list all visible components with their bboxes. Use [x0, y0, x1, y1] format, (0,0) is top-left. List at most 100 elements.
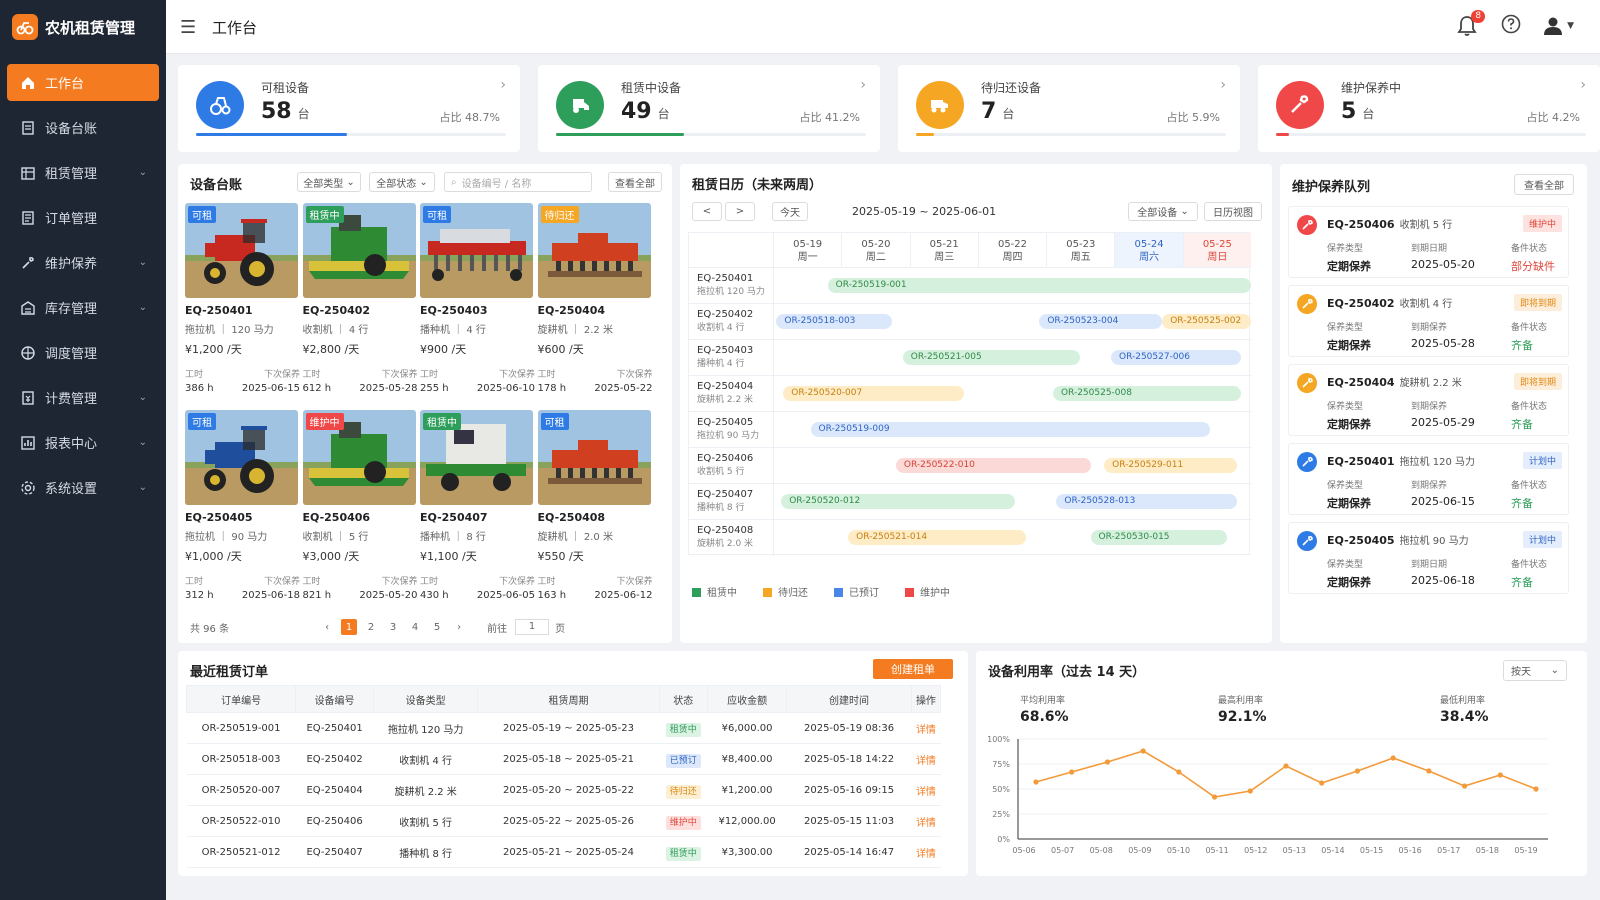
order-number: OR-250520-007 — [201, 784, 281, 796]
rental-bar[interactable]: OR-250519-001 — [827, 278, 1251, 293]
sidebar-item-label: 维护保养 — [45, 257, 98, 272]
table-cell: 2025-05-20 ~ 2025-05-22 — [477, 774, 660, 806]
calendar-device-filter[interactable]: 全部设备 ⌄ — [1128, 202, 1198, 221]
equipment-card[interactable]: 可租 EQ-250401 拖拉机 ｜ 120 马力 ¥1,200 /天 工时 下次保养 38… — [185, 203, 300, 403]
sidebar-item-0[interactable]: 工作台 — [7, 64, 159, 101]
rental-bar[interactable]: OR-250525-008 — [1052, 386, 1241, 401]
calendar-next-button[interactable]: > — [725, 202, 755, 221]
rental-bar[interactable]: OR-250522-010 — [895, 458, 1091, 473]
maintenance-item[interactable]: EQ-250404 旋耕机 2.2 米 即将到期 保养类型 到期保养 备件状态 定期保养 20… — [1288, 364, 1569, 436]
calendar-prev-button[interactable]: < — [692, 202, 722, 221]
rental-bar[interactable]: OR-250529-011 — [1104, 458, 1238, 473]
sidebar-item-9[interactable]: 系统设置 ⌄ — [7, 469, 159, 506]
equipment-card[interactable]: 可租 EQ-250408 旋耕机 ｜ 2.0 米 ¥550 /天 工时 下次保养 163 h… — [537, 410, 653, 610]
hours-label: 工时 — [185, 370, 204, 380]
sidebar-item-8[interactable]: 报表中心 ⌄ — [7, 424, 159, 461]
legend-label: 租赁中 — [707, 588, 737, 599]
equipment-card[interactable]: 待归还 EQ-250404 旋耕机 ｜ 2.2 米 ¥600 /天 工时 下次保养 178 … — [537, 203, 653, 403]
maintenance-item[interactable]: EQ-250406 收割机 5 行 维护中 保养类型 到期日期 备件状态 定期保养 2025-… — [1288, 206, 1569, 278]
user-avatar-icon[interactable]: ▼ — [1543, 16, 1574, 36]
utilization-period-select[interactable]: 按天 ⌄ — [1503, 660, 1567, 681]
equipment-card[interactable]: 租赁中 EQ-250402 收割机 ｜ 4 行 ¥2,800 /天 工时 下次保养 612 … — [302, 203, 418, 403]
sidebar-item-2[interactable]: 租赁管理 ⌄ — [7, 154, 159, 191]
rental-bar[interactable]: OR-250519-009 — [810, 422, 1211, 437]
page-number[interactable]: 5 — [429, 619, 445, 635]
help-icon[interactable] — [1501, 14, 1521, 37]
sidebar-item-4[interactable]: 维护保养 ⌄ — [7, 244, 159, 281]
rental-bar[interactable]: OR-250528-013 — [1056, 494, 1238, 509]
maintenance-status-badge: 计划中 — [1522, 531, 1562, 548]
rental-bar[interactable]: OR-250527-006 — [1111, 350, 1241, 365]
detail-link[interactable]: 详情 — [916, 818, 936, 829]
stat-number: 49 — [621, 99, 652, 124]
stat-card-1[interactable]: 租赁中设备 49 台 占比 41.2% › — [538, 65, 880, 152]
page-number[interactable]: 1 — [341, 619, 358, 635]
type-filter-select[interactable]: 全部类型 ⌄ — [297, 172, 361, 192]
detail-link[interactable]: 详情 — [916, 849, 936, 860]
calendar-view-button[interactable]: 日历视图 — [1204, 202, 1262, 221]
equipment-card[interactable]: 可租 EQ-250405 拖拉机 ｜ 90 马力 ¥1,000 /天 工时 下次保养 312… — [185, 410, 300, 610]
sidebar-item-3[interactable]: 订单管理 — [7, 199, 159, 236]
page-number[interactable]: 2 — [363, 619, 379, 635]
maintenance-equipment-spec: 拖拉机 120 马力 — [1399, 457, 1476, 468]
page-number[interactable]: 4 — [407, 619, 423, 635]
rental-bar[interactable]: OR-250525-002 — [1162, 314, 1251, 329]
calendar-today-button[interactable]: 今天 — [772, 202, 808, 221]
rental-bar[interactable]: OR-250520-007 — [783, 386, 965, 401]
legend-label: 待归还 — [778, 588, 808, 599]
menu-toggle-icon[interactable]: ☰ — [180, 17, 196, 38]
sidebar-item-7[interactable]: 计费管理 ⌄ — [7, 379, 159, 416]
stat-progress-fill — [916, 133, 935, 136]
orders-column-header: 设备编号 — [295, 685, 374, 713]
report-icon — [19, 434, 37, 452]
wrench-icon — [19, 254, 37, 272]
sidebar-item-6[interactable]: 调度管理 — [7, 334, 159, 371]
rental-bar[interactable]: OR-250521-005 — [902, 350, 1081, 365]
detail-link[interactable]: 详情 — [916, 725, 936, 736]
calendar-day-header: 05-24 周六 — [1114, 233, 1183, 267]
table-cell: 详情 — [911, 836, 941, 868]
maintenance-view-all-button[interactable]: 查看全部 — [1514, 174, 1574, 195]
notification-bell-icon[interactable]: 8 — [1457, 9, 1486, 37]
equipment-id: EQ-250403 — [420, 304, 488, 317]
sidebar-item-1[interactable]: 设备台账 — [7, 109, 159, 146]
maintenance-title: 维护保养队列 — [1292, 180, 1371, 195]
equipment-card[interactable]: 租赁中 EQ-250407 播种机 ｜ 8 行 ¥1,100 /天 工时 下次保养 430 … — [420, 410, 535, 610]
equipment-card[interactable]: 可租 EQ-250403 播种机 ｜ 4 行 ¥900 /天 工时 下次保养 255 h 20… — [420, 203, 535, 403]
calendar-day-header: 05-19 周一 — [773, 233, 841, 267]
maintenance-item[interactable]: EQ-250405 拖拉机 90 马力 计划中 保养类型 到期日期 备件状态 定期保养 202… — [1288, 522, 1569, 594]
rental-bar[interactable]: OR-250520-012 — [781, 494, 1016, 509]
equipment-card[interactable]: 维护中 EQ-250406 收割机 ｜ 5 行 ¥3,000 /天 工时 下次保养 821 … — [302, 410, 418, 610]
maintenance-item[interactable]: EQ-250402 收割机 4 行 即将到期 保养类型 到期保养 备件状态 定期保养 2025… — [1288, 285, 1569, 357]
utilization-kpi-value: 38.4% — [1440, 709, 1489, 725]
x-tick-label: 05-17 — [1437, 846, 1460, 855]
status-filter-select[interactable]: 全部状态 ⌄ — [369, 172, 435, 192]
equipment-meta-values: 386 h 2025-06-15 — [185, 383, 300, 394]
detail-link[interactable]: 详情 — [916, 787, 936, 798]
page-number[interactable]: 3 — [385, 619, 401, 635]
rental-bar[interactable]: OR-250523-004 — [1039, 314, 1163, 329]
stat-card-2[interactable]: 待归还设备 7 台 占比 5.9% › — [898, 65, 1240, 152]
goto-page-input[interactable]: 1 — [515, 619, 550, 635]
table-cell: OR-250519-001 — [186, 712, 296, 744]
create-order-button[interactable]: 创建租单 — [873, 659, 953, 679]
rental-bar[interactable]: OR-250521-014 — [848, 530, 1026, 545]
maintenance-date-label: 到期保养 — [1411, 323, 1448, 333]
stat-card-0[interactable]: 可租设备 58 台 占比 48.7% › — [178, 65, 520, 152]
ledger-search-input[interactable]: ⌕ 设备编号 / 名称 — [444, 172, 592, 192]
utilization-data-point — [1390, 755, 1396, 761]
next-page-icon[interactable]: › — [451, 619, 467, 635]
prev-page-icon[interactable]: ‹ — [319, 619, 335, 635]
detail-link[interactable]: 详情 — [916, 756, 936, 767]
table-cell: 2025-05-19 ~ 2025-05-23 — [477, 712, 660, 744]
equipment-type: 旋耕机 2.2 米 — [394, 786, 457, 798]
maintenance-item[interactable]: EQ-250401 拖拉机 120 马力 计划中 保养类型 到期保养 备件状态 定期保养 20… — [1288, 443, 1569, 515]
calendar-equipment-spec: 收割机 4 行 — [697, 323, 745, 333]
sidebar-item-5[interactable]: 库存管理 ⌄ — [7, 289, 159, 326]
stat-card-3[interactable]: 维护保养中 5 台 占比 4.2% › — [1258, 65, 1600, 152]
rental-bar[interactable]: OR-250530-015 — [1090, 530, 1228, 545]
ledger-view-all-button[interactable]: 查看全部 — [608, 172, 662, 192]
rental-bar[interactable]: OR-250518-003 — [776, 314, 893, 329]
table-cell: 2025-05-16 09:15 — [786, 774, 912, 806]
utilization-kpi-value: 92.1% — [1218, 709, 1267, 725]
